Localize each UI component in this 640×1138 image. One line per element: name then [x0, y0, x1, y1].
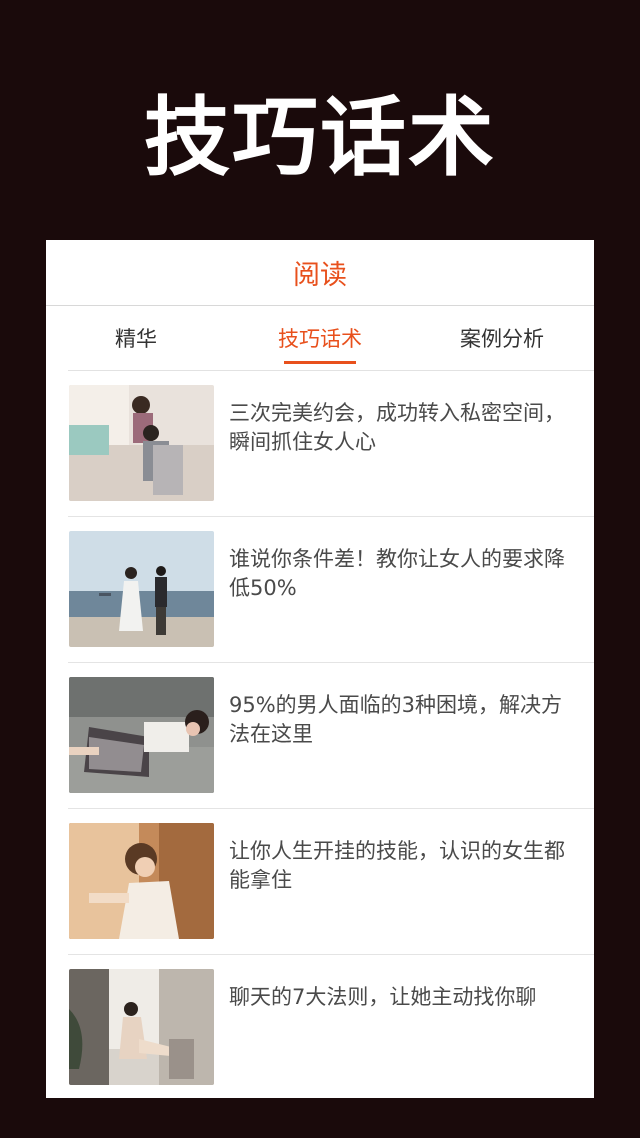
list-item[interactable]: 95%的男人面临的3种困境，解决方法在这里: [68, 663, 594, 809]
article-thumbnail: [69, 677, 214, 793]
nav-bar: 阅读: [46, 240, 594, 306]
tab-bar: 精华 技巧话术 案例分析: [68, 306, 594, 371]
active-tab-indicator: [284, 361, 356, 364]
tab-case-analysis[interactable]: 案例分析: [432, 306, 572, 370]
article-list: 三次完美约会，成功转入私密空间，瞬间抓住女人心 谁说你条件差！教你让女人的要求降…: [68, 371, 594, 1098]
article-title: 谁说你条件差！教你让女人的要求降低50%: [229, 547, 565, 600]
tab-label: 技巧话术: [278, 327, 362, 351]
tab-essence[interactable]: 精华: [68, 306, 204, 370]
tab-label: 精华: [115, 327, 157, 351]
nav-title: 阅读: [293, 260, 347, 291]
article-title: 让你人生开挂的技能，认识的女生都能拿住: [229, 839, 565, 892]
list-item[interactable]: 聊天的7大法则，让她主动找你聊: [68, 955, 594, 1098]
article-title: 三次完美约会，成功转入私密空间，瞬间抓住女人心: [229, 401, 565, 454]
tab-skills-scripts[interactable]: 技巧话术: [250, 306, 390, 370]
tab-label: 案例分析: [460, 327, 544, 351]
list-item[interactable]: 让你人生开挂的技能，认识的女生都能拿住: [68, 809, 594, 955]
article-thumbnail: [69, 823, 214, 939]
hero-title: 技巧话术: [144, 88, 496, 188]
article-title: 聊天的7大法则，让她主动找你聊: [229, 985, 537, 1009]
article-title: 95%的男人面临的3种困境，解决方法在这里: [229, 693, 563, 746]
list-item[interactable]: 三次完美约会，成功转入私密空间，瞬间抓住女人心: [68, 371, 594, 517]
article-thumbnail: [69, 385, 214, 501]
article-thumbnail: [69, 531, 214, 647]
list-item[interactable]: 谁说你条件差！教你让女人的要求降低50%: [68, 517, 594, 663]
article-thumbnail: [69, 969, 214, 1085]
phone-screen: 阅读 精华 技巧话术 案例分析 三次完美约会，成功转入私密空间，瞬间抓住女人心 …: [46, 240, 594, 1098]
